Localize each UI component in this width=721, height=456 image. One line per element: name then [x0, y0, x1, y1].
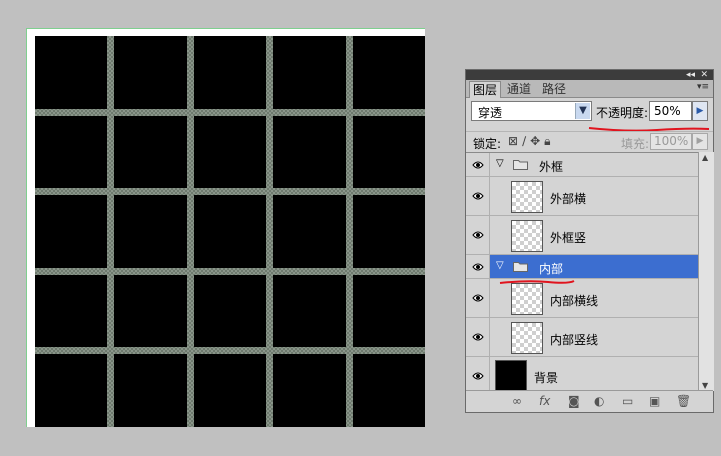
document-canvas[interactable] [35, 36, 425, 427]
grid-cell [193, 36, 267, 109]
layer-name: 内部 [539, 262, 564, 276]
collapse-icon[interactable]: ◂◂ [686, 70, 695, 80]
grid-cell [35, 36, 108, 109]
visibility-eye-icon[interactable] [466, 177, 490, 215]
layer-group-outer-frame[interactable]: ▽ 外框 [466, 153, 698, 177]
opacity-slider-arrow-icon[interactable]: ▶ [692, 101, 708, 121]
blend-mode-select[interactable]: 穿透 ▼ [471, 101, 592, 121]
layer-thumbnail [511, 220, 543, 252]
lock-all-icon[interactable]: 🔒︎ [544, 134, 554, 148]
group-icon[interactable]: ▭ [622, 394, 633, 408]
grid-cell [193, 354, 267, 427]
layers-panel: ◂◂ ✕ 图层 通道 路径 ▾≡ 穿透 ▼ 不透明度: 50% ▶ 锁定: ⊠∕… [465, 69, 714, 413]
grid-cell [352, 354, 425, 427]
grid-cell [273, 195, 346, 268]
scroll-up-icon[interactable]: ▲ [702, 153, 708, 162]
visibility-eye-icon[interactable] [466, 318, 490, 356]
layer-group-inner[interactable]: ▽ 内部 [466, 255, 698, 279]
blend-mode-value: 穿透 [478, 106, 503, 120]
folder-icon [513, 159, 528, 170]
grid-cell [193, 274, 267, 348]
grid-cell [273, 354, 346, 427]
grid-cell [35, 115, 108, 189]
layer-name: 背景 [534, 371, 559, 385]
folder-icon [513, 261, 528, 272]
panel-tabs: 图层 通道 路径 ▾≡ [466, 80, 713, 98]
layer-thumbnail [511, 181, 543, 213]
fx-icon[interactable]: fx [539, 394, 550, 408]
red-annotation-underline [499, 280, 575, 284]
layer-name: 内部竖线 [550, 333, 599, 347]
close-icon[interactable]: ✕ [700, 70, 708, 80]
layer-outer-vertical[interactable]: 外框竖 [466, 216, 698, 255]
lock-icons: ⊠∕✥🔒︎ [508, 134, 555, 149]
grid-cell [35, 274, 108, 348]
visibility-eye-icon[interactable] [466, 357, 490, 392]
grid-cell [352, 274, 425, 348]
panel-menu-icon[interactable]: ▾≡ [697, 82, 709, 92]
grid-cell [352, 115, 425, 189]
panel-titlebar: ◂◂ ✕ [466, 70, 713, 80]
scroll-down-icon[interactable]: ▼ [702, 381, 708, 390]
grid-cell [35, 195, 108, 268]
layer-thumbnail [511, 322, 543, 354]
opacity-input[interactable]: 50% [649, 101, 692, 121]
layer-name: 内部横线 [550, 294, 599, 308]
expand-triangle-icon[interactable]: ▽ [496, 158, 504, 169]
fill-label: 填充: [621, 137, 650, 151]
grid-cell [193, 195, 267, 268]
layer-name: 外框 [539, 160, 564, 174]
layer-background[interactable]: 背景 [466, 357, 698, 392]
lock-label: 锁定: [473, 137, 502, 151]
fill-slider-arrow-icon[interactable]: ▶ [692, 133, 708, 150]
visibility-eye-icon[interactable] [466, 255, 490, 278]
fill-input[interactable]: 100% [650, 133, 692, 150]
new-layer-icon[interactable]: ▣ [649, 394, 660, 408]
trash-icon[interactable]: 🗑︎ [676, 394, 691, 408]
lock-move-icon[interactable]: ✥ [530, 134, 544, 148]
expand-triangle-icon[interactable]: ▽ [496, 260, 504, 271]
grid-cell [273, 36, 346, 109]
grid-cell [114, 354, 187, 427]
layer-thumbnail [511, 283, 543, 315]
lock-transparent-icon[interactable]: ⊠ [508, 134, 522, 148]
link-icon[interactable]: ∞ [512, 394, 522, 408]
grid-cell [114, 36, 187, 109]
document-canvas-area[interactable] [26, 28, 425, 427]
lock-row: 锁定: ⊠∕✥🔒︎ 填充: 100% ▶ [466, 131, 713, 152]
layer-inner-vertical-lines[interactable]: 内部竖线 [466, 318, 698, 357]
tab-layers[interactable]: 图层 [469, 81, 502, 98]
grid-cell [273, 274, 346, 348]
layer-thumbnail [495, 360, 527, 392]
layers-scrollbar[interactable]: ▲ ▼ [698, 152, 714, 391]
grid-cell [273, 115, 346, 189]
grid-cell [114, 274, 187, 348]
grid-cell [114, 115, 187, 189]
visibility-eye-icon[interactable] [466, 279, 490, 317]
layer-name: 外框竖 [550, 231, 587, 245]
adjustment-icon[interactable]: ◐ [594, 394, 604, 408]
tab-channels[interactable]: 通道 [504, 81, 534, 97]
grid-cell [352, 195, 425, 268]
layer-outer-horizontal[interactable]: 外部横 [466, 177, 698, 216]
lock-paint-icon[interactable]: ∕ [522, 134, 530, 148]
chevron-down-icon[interactable]: ▼ [575, 103, 590, 119]
grid-cell [35, 354, 108, 427]
mask-icon[interactable]: ◙ [568, 394, 580, 408]
grid-cell [114, 195, 187, 268]
visibility-eye-icon[interactable] [466, 153, 490, 176]
grid-cell [352, 36, 425, 109]
opacity-label: 不透明度: [596, 106, 649, 120]
tab-paths[interactable]: 路径 [539, 81, 569, 97]
panel-footer: ∞ fx ◙ ◐ ▭ ▣ 🗑︎ [466, 390, 713, 412]
visibility-eye-icon[interactable] [466, 216, 490, 254]
layer-name: 外部横 [550, 192, 587, 206]
grid-cell [193, 115, 267, 189]
layers-list: ▽ 外框 外部横 外框竖 ▽ 内部 内部横线 内部竖线 背景 [466, 152, 698, 392]
